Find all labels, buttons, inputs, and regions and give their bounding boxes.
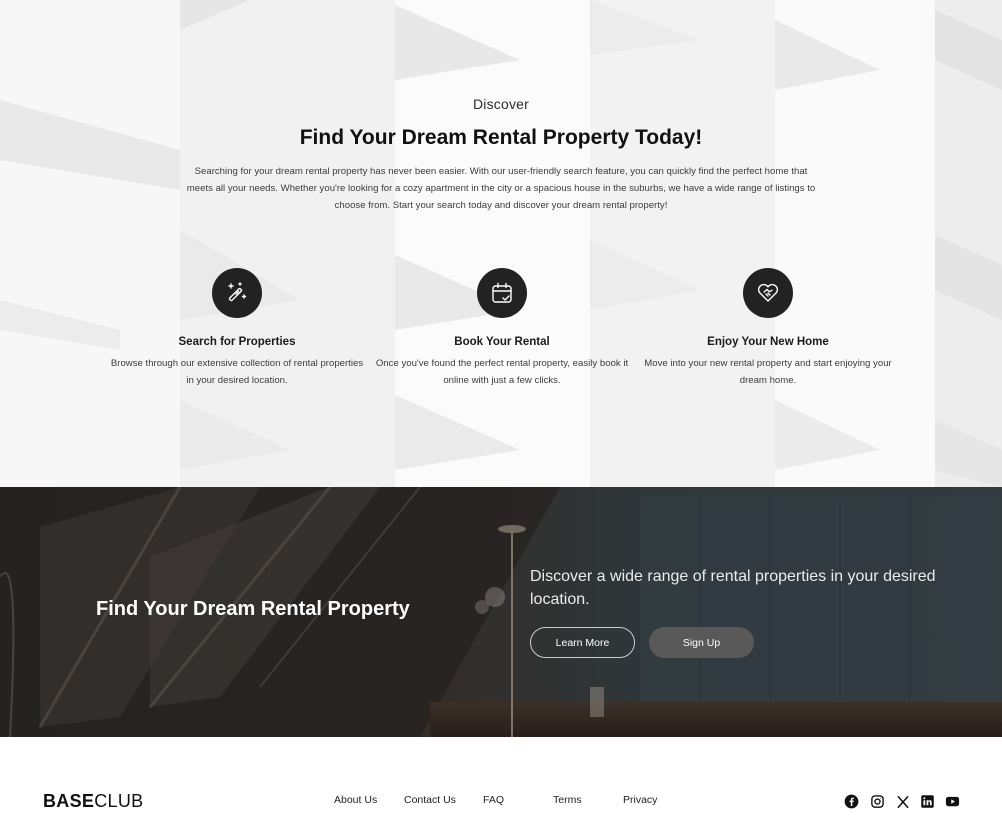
feature-title: Enjoy Your New Home bbox=[707, 336, 829, 348]
sign-up-button[interactable]: Sign Up bbox=[649, 627, 754, 658]
section-eyebrow: Discover bbox=[472, 96, 530, 112]
feature-description: Once you've found the perfect rental pro… bbox=[375, 358, 629, 386]
footer-link-about-us[interactable]: About Us bbox=[334, 794, 377, 806]
instagram-icon[interactable] bbox=[870, 794, 885, 809]
cta-text: Discover a wide range of rental properti… bbox=[530, 568, 936, 608]
footer-link-faq[interactable]: FAQ bbox=[483, 794, 504, 806]
feature-title: Book Your Rental bbox=[454, 336, 550, 348]
facebook-icon[interactable] bbox=[844, 794, 859, 809]
x-icon[interactable] bbox=[895, 794, 910, 809]
discover-section: Discover Find Your Dream Rental Property… bbox=[0, 0, 1002, 487]
heart-handshake-icon bbox=[743, 268, 793, 318]
feature-description: Browse through our extensive collection … bbox=[110, 358, 364, 386]
feature-title: Search for Properties bbox=[178, 336, 296, 348]
feature-enjoy: Enjoy Your New Home Move into your new r… bbox=[638, 268, 898, 389]
cta-banner: Find Your Dream Rental Property Discover… bbox=[0, 487, 1002, 737]
section-intro: Searching for your dream rental property… bbox=[186, 166, 816, 211]
learn-more-button[interactable]: Learn More bbox=[530, 627, 635, 658]
magic-wand-icon bbox=[212, 268, 262, 318]
linkedin-icon[interactable] bbox=[920, 794, 935, 809]
feature-search: Search for Properties Browse through our… bbox=[107, 268, 367, 389]
brand-logo[interactable]: BASECLUB bbox=[43, 791, 143, 812]
feature-description: Move into your new rental property and s… bbox=[644, 358, 892, 386]
footer: BASECLUB About Us Contact Us FAQ Terms P… bbox=[0, 737, 1002, 832]
footer-link-terms[interactable]: Terms bbox=[553, 794, 582, 806]
logo-light-text: CLUB bbox=[94, 791, 144, 811]
cta-title: Find Your Dream Rental Property bbox=[96, 598, 410, 620]
footer-link-contact-us[interactable]: Contact Us bbox=[404, 794, 456, 806]
discover-content: Discover Find Your Dream Rental Property… bbox=[0, 0, 1002, 487]
footer-link-privacy[interactable]: Privacy bbox=[623, 794, 657, 806]
calendar-check-icon bbox=[477, 268, 527, 318]
logo-bold-text: BASE bbox=[43, 791, 95, 811]
feature-book: Book Your Rental Once you've found the p… bbox=[372, 268, 632, 389]
youtube-icon[interactable] bbox=[945, 794, 960, 809]
section-headline: Find Your Dream Rental Property Today! bbox=[299, 126, 703, 149]
